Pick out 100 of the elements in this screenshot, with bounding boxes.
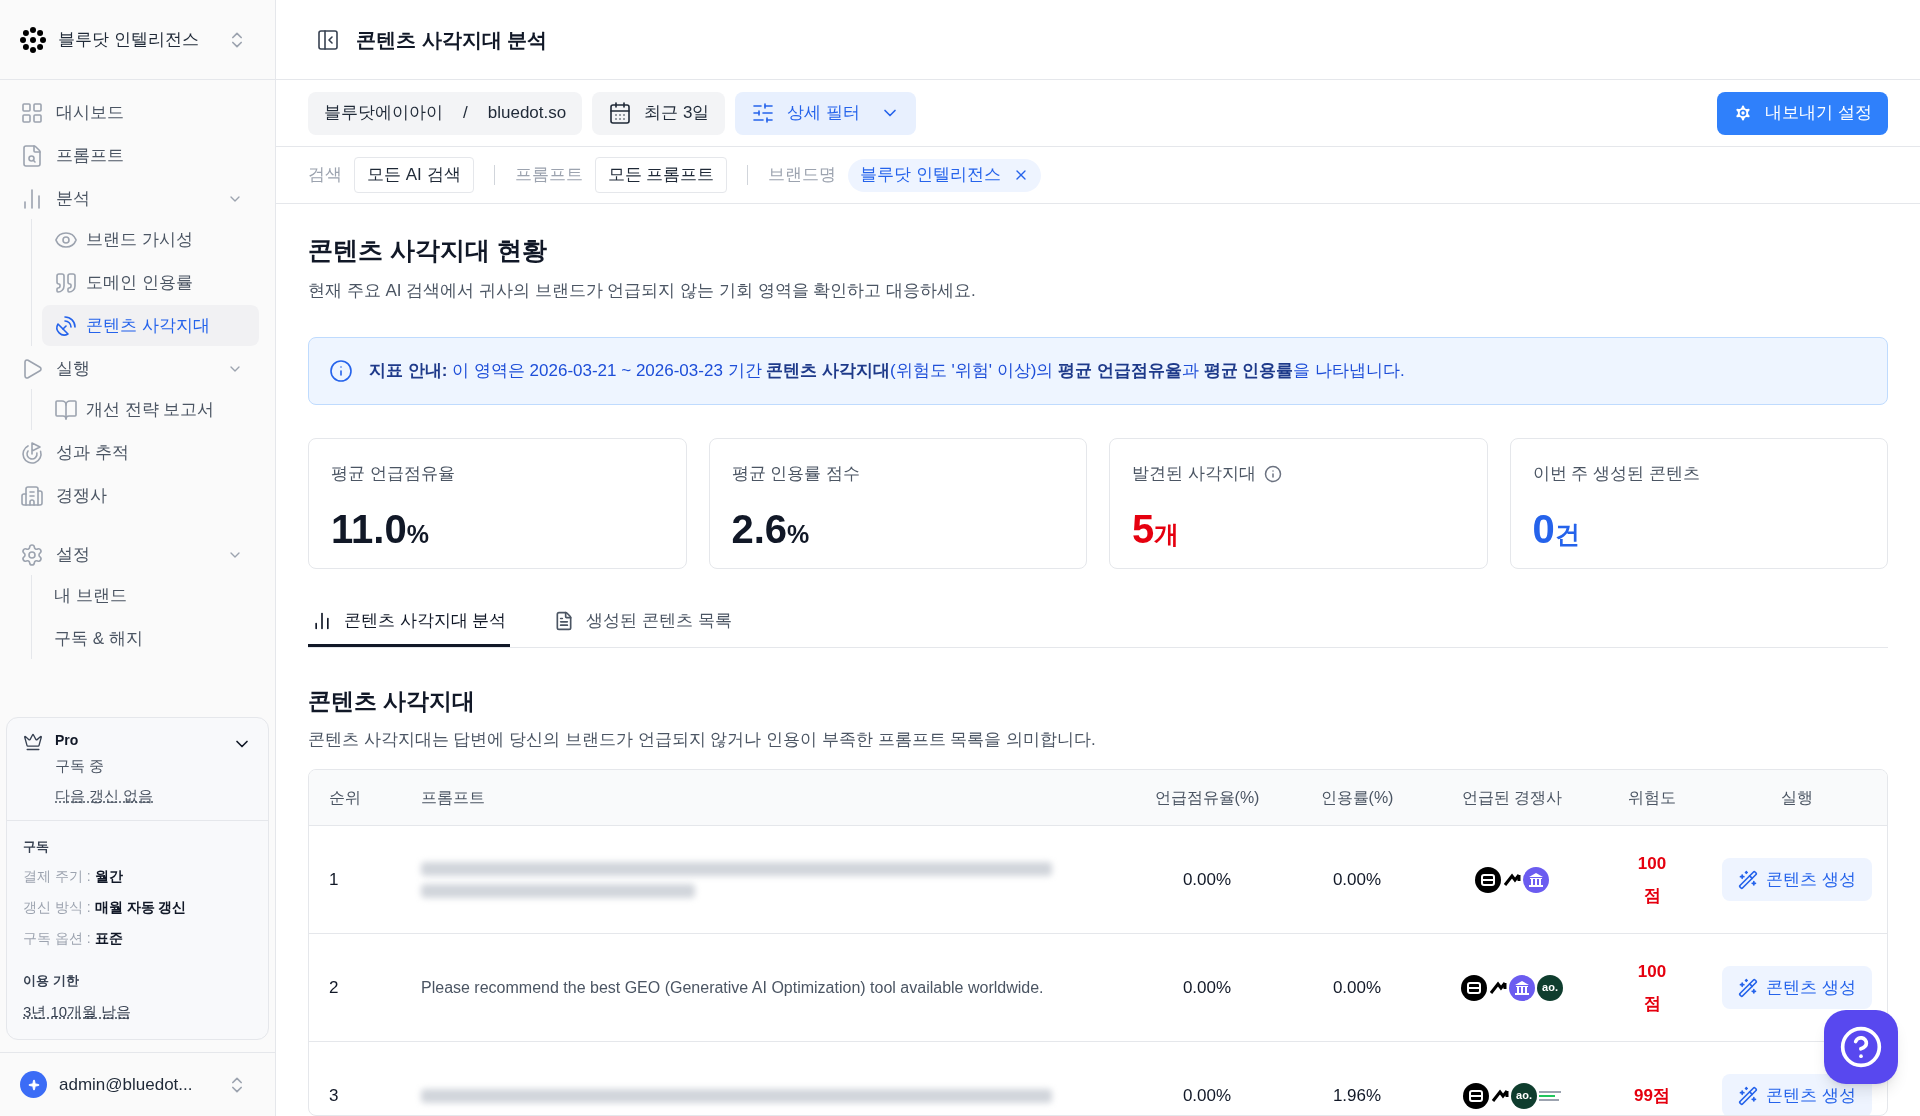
plan-status: 구독 중: [55, 755, 106, 776]
table-subtitle: 콘텐츠 사각지대는 답변에 당신의 브랜드가 언급되지 않거나 인용이 부족한 프롬프트 목록을 의미합니다.: [308, 728, 1097, 751]
detail-label: 갱신 방식 :: [23, 898, 91, 917]
wand-icon: [1738, 869, 1759, 890]
rank-cell-text: 3: [328, 1084, 340, 1107]
info-icon[interactable]: [1263, 465, 1282, 483]
calendar-icon: [608, 101, 633, 125]
tab-icon: [312, 610, 332, 631]
nav-subitem[interactable]: 브랜드 가시성: [42, 219, 259, 260]
nav-icon: [20, 483, 44, 508]
detail-label: 구독 옵션 :: [23, 929, 91, 948]
nav-item[interactable]: 경쟁사: [16, 475, 259, 516]
tab-icon: [554, 610, 575, 631]
plan-name: Pro: [55, 730, 80, 750]
table-title: 콘텐츠 사각지대: [308, 687, 477, 717]
column-header: 인용률(%): [1319, 787, 1395, 808]
metric-label: 평균 언급점유율: [331, 463, 455, 486]
tab[interactable]: 콘텐츠 사각지대 분석: [308, 597, 511, 648]
workspace-selector[interactable]: 블루닷에이아이 / bluedot.so: [308, 91, 583, 135]
column-header: 프롬프트: [420, 787, 486, 808]
renewal-link[interactable]: 다음 갱신 없음: [55, 785, 154, 808]
filter-button[interactable]: 상세 필터: [735, 91, 917, 135]
metric-value: 11.0%: [331, 505, 430, 553]
nav-item[interactable]: 성과 추적: [16, 432, 259, 473]
workspace-name: 블루닷 인텔리전스: [58, 28, 200, 51]
rank-cell-text: 1: [328, 868, 340, 891]
logo-icon: [1475, 866, 1501, 893]
logo-icon: [1463, 1082, 1489, 1109]
nav-item[interactable]: 분석: [16, 178, 259, 219]
bank-icon: [1509, 974, 1535, 1001]
column-header: 위험도: [1627, 787, 1677, 808]
citation-cell-text: 0.00%: [1331, 976, 1383, 999]
column-header: 언급점유율(%): [1153, 787, 1261, 808]
create-content-button[interactable]: 콘텐츠 생성: [1722, 1074, 1872, 1115]
mention-cell-text: 0.00%: [1181, 868, 1233, 891]
filter-label: 브랜드명: [768, 164, 837, 187]
risk-score: 99점: [1633, 1084, 1671, 1107]
create-content-button[interactable]: 콘텐츠 생성: [1722, 858, 1872, 902]
logo-icon: ao.: [1537, 974, 1563, 1001]
nav-subitem[interactable]: 개선 전략 보고서: [42, 389, 259, 430]
citation-cell-text: 0.00%: [1331, 868, 1383, 891]
metric-value: 5개: [1132, 505, 1181, 553]
filter-label: 검색: [308, 164, 342, 187]
bank-icon: [1523, 866, 1549, 893]
column-header: 순위: [328, 787, 362, 808]
metric-value: 0건: [1532, 505, 1581, 553]
filter-select[interactable]: 모든 AI 검색: [354, 157, 474, 193]
detail-value: 표준: [94, 929, 123, 948]
nav-item[interactable]: 설정: [16, 534, 259, 575]
metric-label: 평균 인용률 점수: [731, 463, 860, 486]
metric-label: 이번 주 생성된 콘텐츠: [1532, 463, 1700, 486]
detail-value: 월간: [94, 867, 123, 886]
detail-value: 매월 자동 갱신: [94, 898, 187, 917]
create-content-button[interactable]: 콘텐츠 생성: [1722, 966, 1872, 1010]
section-label: 이용 기한: [23, 972, 80, 990]
wand-icon: [1738, 977, 1759, 998]
info-text: 지표 안내: 이 영역은 2026-03-21 ~ 2026-03-23 기간 콘텐츠 사각지대(위험도 '위험' 이상)의 평균 언급점유율과 평균 인용률을 나타냅니다.: [369, 360, 1405, 383]
mention-cell-text: 0.00%: [1181, 1084, 1233, 1107]
brand-tag[interactable]: 블루닷 인텔리전스: [848, 158, 1041, 192]
mention-cell-text: 0.00%: [1181, 976, 1233, 999]
prompt-text: Please recommend the best GEO (Generative AI Optimization) tool available worldwide.: [421, 978, 1044, 996]
metric-value: 2.6%: [731, 505, 811, 553]
filter-select[interactable]: 모든 프롬프트: [594, 157, 728, 193]
logo-icon: ao.: [1511, 1082, 1537, 1109]
column-header: 언급된 경쟁사: [1460, 787, 1564, 808]
remaining-period: 3년 10개월 남음: [23, 1001, 132, 1022]
logo-icon: [1461, 974, 1487, 1001]
nav-subitem[interactable]: 도메인 인용률: [42, 262, 259, 303]
detail-label: 결제 주기 :: [23, 867, 91, 886]
risk-score: 100점: [1636, 852, 1668, 907]
help-button[interactable]: [1824, 1010, 1898, 1084]
section-subtitle: 현재 주요 AI 검색에서 귀사의 브랜드가 언급되지 않는 기회 영역을 확인하고 대응하세요.: [308, 279, 977, 302]
sidebar-toggle-icon[interactable]: [316, 27, 340, 52]
nav-icon: [20, 100, 44, 125]
nav-item[interactable]: 프롬프트: [16, 135, 259, 176]
sliders-icon: [751, 101, 776, 125]
nav-icon: [20, 440, 44, 465]
citation-cell-text: 1.96%: [1331, 1084, 1383, 1107]
nav-subitem[interactable]: 내 브랜드: [42, 575, 259, 616]
tab[interactable]: 생성된 콘텐츠 목록: [550, 597, 736, 648]
metric-label: 발견된 사각지대: [1132, 463, 1256, 486]
nav-item[interactable]: 대시보드: [16, 92, 259, 133]
section-title: 콘텐츠 사각지대 현황: [308, 235, 548, 266]
export-settings-button[interactable]: 내보내기 설정: [1717, 91, 1888, 135]
section-label: 구독: [23, 837, 50, 856]
dots-logo-icon: [20, 26, 46, 53]
user-email: admin@bluedot...: [59, 1073, 194, 1096]
risk-score: 100점: [1636, 960, 1668, 1015]
nav-subitem[interactable]: 콘텐츠 사각지대: [42, 305, 259, 346]
nav-icon: [20, 542, 44, 567]
nav-icon: [54, 313, 78, 338]
crown-icon: [23, 731, 43, 752]
wand-icon: [1738, 1085, 1759, 1106]
period-button[interactable]: 최근 3일: [592, 91, 726, 135]
nav-icon: [54, 397, 78, 422]
nav-item[interactable]: 실행: [16, 348, 259, 389]
nav-subitem[interactable]: 구독 & 해지: [42, 618, 259, 659]
nav-icon: [54, 270, 78, 295]
column-header: 실행: [1780, 787, 1814, 808]
help-icon: [1839, 1025, 1883, 1069]
